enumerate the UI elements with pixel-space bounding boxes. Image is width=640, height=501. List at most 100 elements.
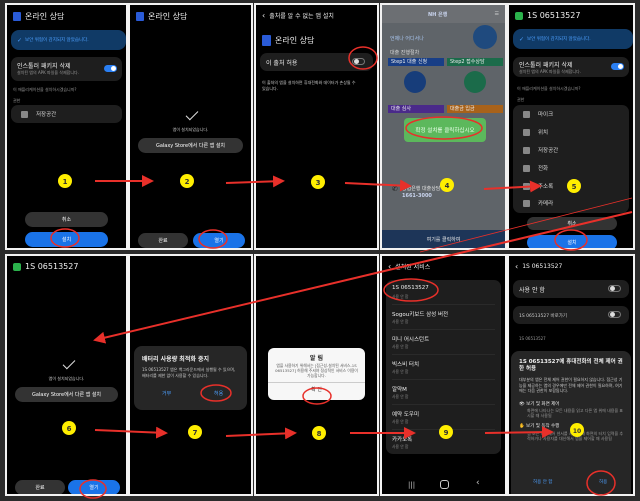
perm-view-control: 👁 보기 및 화면 제어: [519, 401, 559, 407]
app-info: 온라인 상담: [262, 35, 314, 46]
hand-icon: ✋: [519, 424, 525, 429]
installer-title: 인스톨러 패키지 삭제: [519, 62, 573, 69]
deny-button[interactable]: 허용 안 함: [533, 479, 552, 485]
perm-label: 위치: [538, 130, 549, 136]
section-title: 대출 진행절차: [390, 50, 420, 56]
service-status: 사용 안 함: [392, 344, 409, 349]
permission-storage: 저장공간: [11, 105, 122, 123]
perm-label: 주소록: [538, 184, 554, 190]
home-icon[interactable]: [440, 480, 449, 489]
shortcut-card[interactable]: 1S 06513527 바로가기: [513, 306, 629, 324]
recent-apps-icon[interactable]: |||: [408, 481, 415, 489]
security-banner: 보안 위협이 감지되지 않았습니다.: [11, 30, 126, 50]
dialog-title: 알 림: [309, 355, 324, 362]
service-name: 빅스비 터치: [392, 362, 420, 368]
screen-6-installed: 1S 06513527 앱이 설치되었습니다. Galaxy Store에서 다…: [5, 254, 128, 496]
app-icon: [13, 262, 21, 271]
perm-camera: 카메라: [523, 199, 553, 207]
confirm-install-popup[interactable]: 확정 설치를 클릭하십시오: [404, 118, 486, 142]
back-icon[interactable]: ‹: [388, 262, 391, 271]
perm-label: 마이크: [538, 112, 554, 118]
screen-3-unknown-sources: ‹ 출처를 알 수 없는 앱 설치 온라인 상담 이 출처 허용 이 출처의 앱을…: [254, 3, 379, 250]
page-title: 출처를 알 수 없는 앱 설치: [269, 13, 334, 20]
perm-label: 저장공간: [36, 112, 57, 118]
service-item[interactable]: 1S 06513527 사용 안 함: [392, 280, 495, 305]
install-button[interactable]: 설치: [527, 235, 617, 248]
step3-header: 대출 심사: [388, 105, 444, 113]
allow-button[interactable]: 허용: [214, 390, 223, 397]
service-name: 1S 06513527: [392, 285, 429, 291]
phone-icon: ✆: [392, 185, 398, 193]
app-label: 1S 06513527: [519, 336, 546, 341]
perm-title: 보기 및 화면 제어: [526, 402, 560, 407]
installer-toggle[interactable]: [611, 63, 624, 70]
service-name: 예약 도우미: [392, 412, 420, 418]
step2-header: Step2 접수상담: [447, 58, 503, 66]
perm-location: 위치: [523, 128, 548, 136]
page-title: 설치된 서비스: [395, 264, 431, 271]
installer-delete-card[interactable]: 인스톨러 패키지 삭제 설치된 앱의 APK 파일을 삭제합니다.: [513, 57, 629, 77]
battery-dialog: 배터리 사용량 최적화 중지 1S 06513527 앱은 백그라운드에서 실행…: [134, 346, 247, 410]
installer-delete-card[interactable]: 인스톨러 패키지 삭제 설치된 앱의 APK 파일을 삭제합니다.: [11, 57, 122, 81]
open-button[interactable]: 열기: [193, 233, 245, 248]
security-banner: 보안 위협이 감지되지 않았습니다.: [513, 29, 633, 49]
cancel-button[interactable]: 취소: [527, 217, 617, 230]
allow-source-card[interactable]: 이 출처 허용: [260, 53, 373, 71]
back-header[interactable]: ‹ 설치된 서비스: [388, 262, 430, 271]
cancel-button[interactable]: 취소: [25, 212, 108, 227]
microphone-icon: [523, 110, 530, 118]
phone-number[interactable]: 1661-3000: [402, 193, 432, 199]
service-item[interactable]: 미니 어시스턴트 사용 안 함: [392, 330, 495, 355]
service-item[interactable]: 예약 도우미 사용 안 함: [392, 405, 495, 430]
menu-icon[interactable]: ☰: [495, 11, 499, 17]
installer-sub: 설치된 앱의 APK 파일을 삭제합니다.: [519, 69, 581, 74]
back-nav-icon[interactable]: ‹: [476, 478, 480, 488]
ok-button[interactable]: 확 인: [268, 386, 365, 393]
use-toggle[interactable]: [608, 285, 621, 292]
deny-button[interactable]: 거부: [162, 390, 171, 397]
perm-storage: 저장공간: [523, 146, 558, 154]
back-icon[interactable]: ‹: [515, 262, 518, 271]
service-status: 사용 안 함: [392, 319, 409, 324]
app-icon: [13, 12, 21, 21]
install-button[interactable]: 설치: [25, 232, 108, 247]
phone-icon: [523, 164, 530, 172]
galaxy-store-button[interactable]: Galaxy Store에서 다른 앱 설치: [15, 387, 118, 402]
use-toggle-card[interactable]: 사용 안 함: [513, 280, 629, 298]
installer-sub: 설치된 앱의 APK 파일을 삭제합니다.: [17, 70, 79, 75]
shortcut-toggle[interactable]: [608, 311, 621, 318]
folder-icon: [523, 146, 530, 154]
service-item[interactable]: 알약M 사용 안 함: [392, 380, 495, 405]
screen-8-alert: 알 림 앱을 사용하기 위해서는 [접근성-설치된 서비스-1S 0651352…: [254, 254, 379, 496]
use-label: 사용 안 함: [519, 287, 545, 294]
app-title: 1S 06513527: [25, 262, 79, 271]
location-icon: [523, 128, 530, 136]
bottom-banner[interactable]: 여기를 클릭하여: [382, 230, 505, 248]
step1-header: Step1 대출 신청: [388, 58, 444, 66]
done-button[interactable]: 완료: [15, 480, 65, 494]
installer-toggle[interactable]: [104, 65, 117, 72]
bank-logo: NH 은행: [428, 12, 448, 18]
back-header[interactable]: ‹ 1S 06513527: [515, 262, 562, 271]
allow-source-toggle[interactable]: [352, 58, 365, 65]
step-no: Step1: [391, 59, 406, 65]
service-status: 사용 안 함: [392, 369, 409, 374]
app-header: 1S 06513527: [515, 11, 580, 20]
done-button[interactable]: 완료: [138, 233, 188, 248]
back-header[interactable]: ‹ 출처를 알 수 없는 앱 설치: [262, 11, 334, 20]
camera-icon: [523, 199, 530, 207]
allow-button[interactable]: 허용: [599, 479, 607, 485]
perm-phone: 전화: [523, 164, 548, 172]
back-icon[interactable]: ‹: [262, 11, 265, 20]
service-item[interactable]: 빅스비 터치 사용 안 함: [392, 355, 495, 380]
open-button[interactable]: 열기: [68, 480, 120, 494]
service-item[interactable]: 카카오톡 사용 안 함: [392, 430, 495, 455]
page-title: 1S 06513527: [522, 263, 563, 270]
install-question: 이 애플리케이션을 설치하시겠습니까?: [517, 86, 581, 91]
install-question: 이 애플리케이션을 설치하시겠습니까?: [13, 87, 77, 92]
service-item[interactable]: Sogou키보드 삼성 버전 사용 안 함: [392, 305, 495, 330]
screen-1-install-prompt: 온라인 상담 보안 위협이 감지되지 않았습니다. 인스톨러 패키지 삭제 설치…: [5, 3, 128, 250]
dialog-title: 배터리 사용량 최적화 중지: [142, 356, 209, 363]
perm-label: 저장공간: [538, 148, 559, 154]
galaxy-store-button[interactable]: Galaxy Store에서 다른 앱 설치: [138, 138, 243, 153]
